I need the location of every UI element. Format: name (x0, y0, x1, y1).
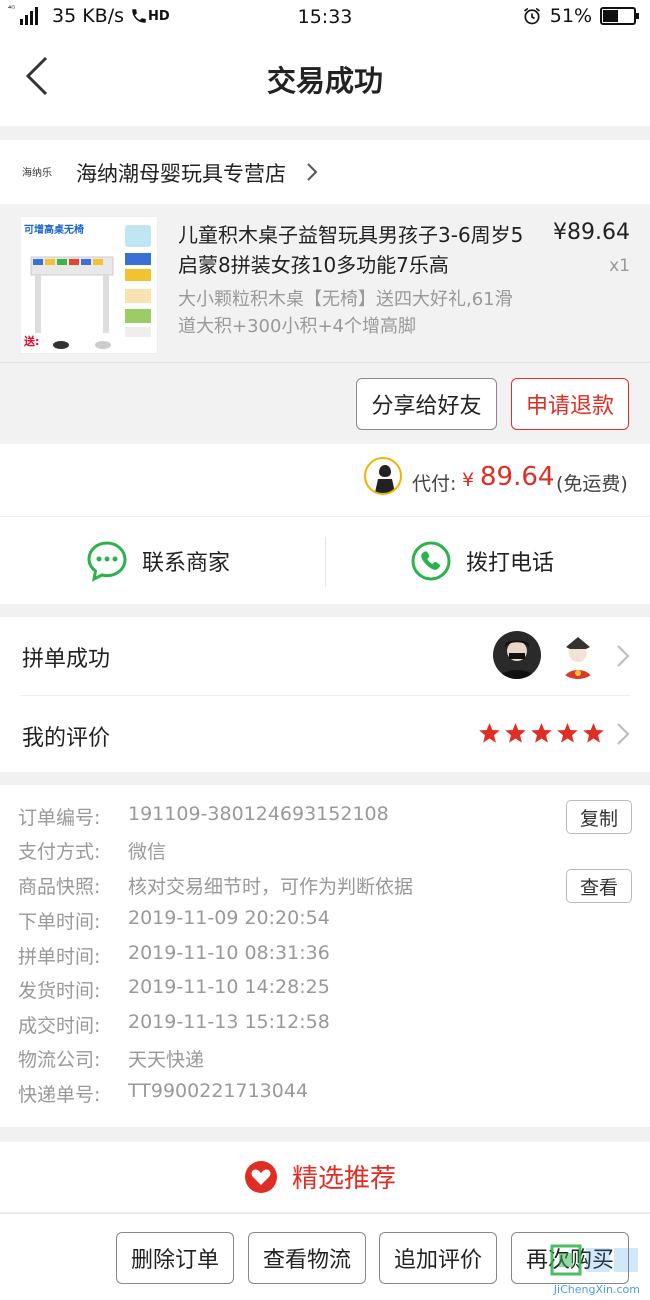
chat-bubble-icon (87, 541, 127, 582)
copy-button[interactable]: 复制 (566, 800, 632, 834)
star-icon (531, 723, 552, 743)
info-row-payment-method: 支付方式: 微信 (18, 841, 167, 863)
delete-order-button[interactable]: 删除订单 (116, 1232, 234, 1284)
recommend-label: 精选推荐 (292, 1164, 397, 1194)
info-row-snapshot: 商品快照: 核对交易细节时，可作为判断依据 (18, 876, 414, 898)
star-icon (479, 723, 500, 743)
recommend-header: 精选推荐 (0, 1142, 650, 1212)
chevron-right-icon (307, 163, 318, 181)
rating-stars (478, 722, 605, 744)
payment-row: 代付: ¥ 89.64 (免运费) (0, 444, 650, 516)
view-logistics-button[interactable]: 查看物流 (248, 1232, 366, 1284)
store-row[interactable]: 海纳乐 海纳潮母婴玩具专营店 (0, 140, 650, 204)
chevron-left-icon (25, 56, 48, 96)
product-price: ¥89.64 (553, 220, 630, 245)
page-title: 交易成功 (266, 64, 383, 98)
share-button[interactable]: 分享给好友 (356, 378, 497, 430)
info-row-order-time: 下单时间: 2019-11-09 20:20:54 (18, 907, 330, 933)
star-icon (583, 723, 604, 743)
product-title: 儿童积木桌子益智玩具男孩子3-6周岁5启蒙8拼装女孩10多功能7乐高 (178, 223, 524, 277)
avatar[interactable] (554, 631, 602, 679)
divider (325, 537, 326, 587)
store-name: 海纳潮母婴玩具专营店 (76, 162, 286, 186)
product-actions: 分享给好友 申请退款 (0, 362, 650, 444)
product-item[interactable]: 可增高桌无椅 送: 儿童积木桌子益智玩具男孩子3-6周岁5启蒙8拼装女孩10多功… (0, 204, 650, 362)
call-label: 拨打电话 (466, 551, 555, 576)
alarm-icon (523, 7, 540, 25)
product-image (30, 225, 151, 349)
refund-button[interactable]: 申请退款 (511, 378, 629, 430)
payer-avatar[interactable] (364, 457, 402, 495)
chevron-right-icon (617, 645, 630, 667)
add-review-button[interactable]: 追加评价 (379, 1232, 497, 1284)
phone-hd-icon: HD (130, 7, 170, 25)
product-quantity: x1 (609, 256, 630, 276)
payment-currency: ¥ (462, 469, 475, 491)
site-watermark: JiChengXin.com (528, 1240, 646, 1298)
order-info-section: 订单编号: 191109-380124693152108 复制 支付方式: 微信 商… (0, 785, 650, 1127)
product-spec: 大小颗粒积木桌【无椅】送四大好礼,61滑道大积+300小积+4个增高脚 (178, 289, 513, 337)
chevron-right-icon (617, 723, 630, 745)
info-row-group-time: 拼单时间: 2019-11-10 08:31:36 (18, 942, 330, 968)
call-button[interactable]: 拨打电话 (410, 517, 554, 605)
contact-merchant-label: 联系商家 (142, 551, 231, 576)
battery-percent: 51% (549, 5, 592, 27)
info-row-order-number: 订单编号: 191109-380124693152108 (18, 803, 389, 829)
group-review-section: 拼单成功 我的评价 (0, 617, 650, 772)
status-bar: ⁴ᴳ 35 KB/s HD 15:33 51% (0, 0, 650, 34)
contact-merchant-button[interactable]: 联系商家 (86, 517, 230, 605)
view-snapshot-button[interactable]: 查看 (566, 869, 632, 903)
heart-badge-icon (245, 1160, 277, 1193)
avatar[interactable] (493, 631, 541, 679)
watermark-logo (550, 1244, 638, 1276)
watermark-text: JiChengXin.com (553, 1283, 640, 1296)
info-row-ship-time: 发货时间: 2019-11-10 14:28:25 (18, 976, 330, 1002)
info-row-courier: 物流公司: 天天快递 (18, 1049, 205, 1071)
my-review-label[interactable]: 我的评价 (22, 720, 110, 752)
signal-icon: ⁴ᴳ (8, 5, 46, 27)
network-speed: 35 KB/s (52, 5, 125, 27)
group-status-label[interactable]: 拼单成功 (22, 641, 110, 673)
thumb-send-label: 送: (24, 335, 40, 348)
star-icon (505, 723, 526, 743)
product-thumbnail[interactable]: 可增高桌无椅 送: (20, 216, 158, 354)
nav-header: 交易成功 (0, 34, 650, 126)
payment-amount: 89.64 (480, 462, 555, 492)
back-button[interactable] (20, 54, 56, 98)
info-row-tracking-number: 快递单号: TT9900221713044 (18, 1080, 309, 1106)
shipping-note: (免运费) (556, 473, 628, 495)
star-icon (557, 723, 578, 743)
store-logo: 海纳乐 (22, 168, 52, 179)
phone-icon (411, 541, 451, 581)
battery-icon (600, 7, 639, 25)
contact-row: 联系商家 拨打电话 (0, 516, 650, 604)
payment-label: 代付: (412, 473, 457, 495)
info-row-deal-time: 成交时间: 2019-11-13 15:12:58 (18, 1011, 330, 1037)
divider (20, 695, 630, 696)
